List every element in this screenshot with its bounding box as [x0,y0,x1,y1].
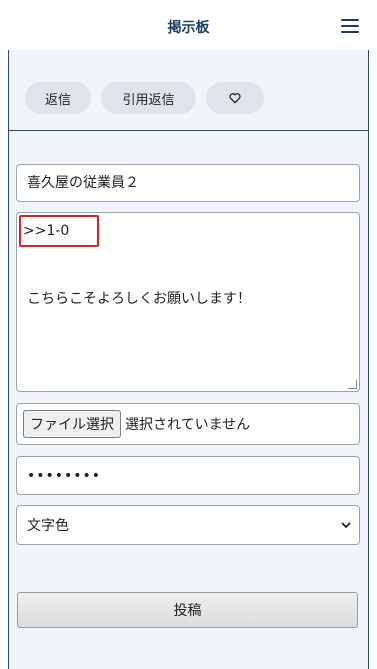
section-divider [9,130,368,131]
hamburger-menu-icon[interactable] [341,18,361,34]
file-input[interactable]: ファイル選択 選択されていません [16,403,360,445]
message-body: こちらこそよろしくお願いします！ [27,291,251,307]
select-value: 文字色 [27,518,69,534]
file-status-text: 選択されていません [125,417,251,433]
reply-button[interactable]: 返信 [25,82,91,114]
text-color-select[interactable]: 文字色 [16,505,360,545]
file-select-button[interactable]: ファイル選択 [23,410,121,438]
submit-button[interactable]: 投稿 [17,592,358,628]
quote-reference-highlight: >>1-0 [19,215,99,247]
like-button[interactable] [206,82,264,114]
app-header: 掲示板 [0,0,377,50]
password-field[interactable]: •••••••• [16,456,360,495]
message-textarea[interactable]: >>1-0 こちらこそよろしくお願いします！ [16,212,360,392]
heart-icon [229,93,241,104]
chevron-down-icon [341,522,351,529]
name-field[interactable]: 喜久屋の従業員２ [16,164,360,202]
quote-reply-button[interactable]: 引用返信 [101,82,196,114]
resize-handle[interactable] [348,380,357,389]
page-title: 掲示板 [167,20,210,36]
